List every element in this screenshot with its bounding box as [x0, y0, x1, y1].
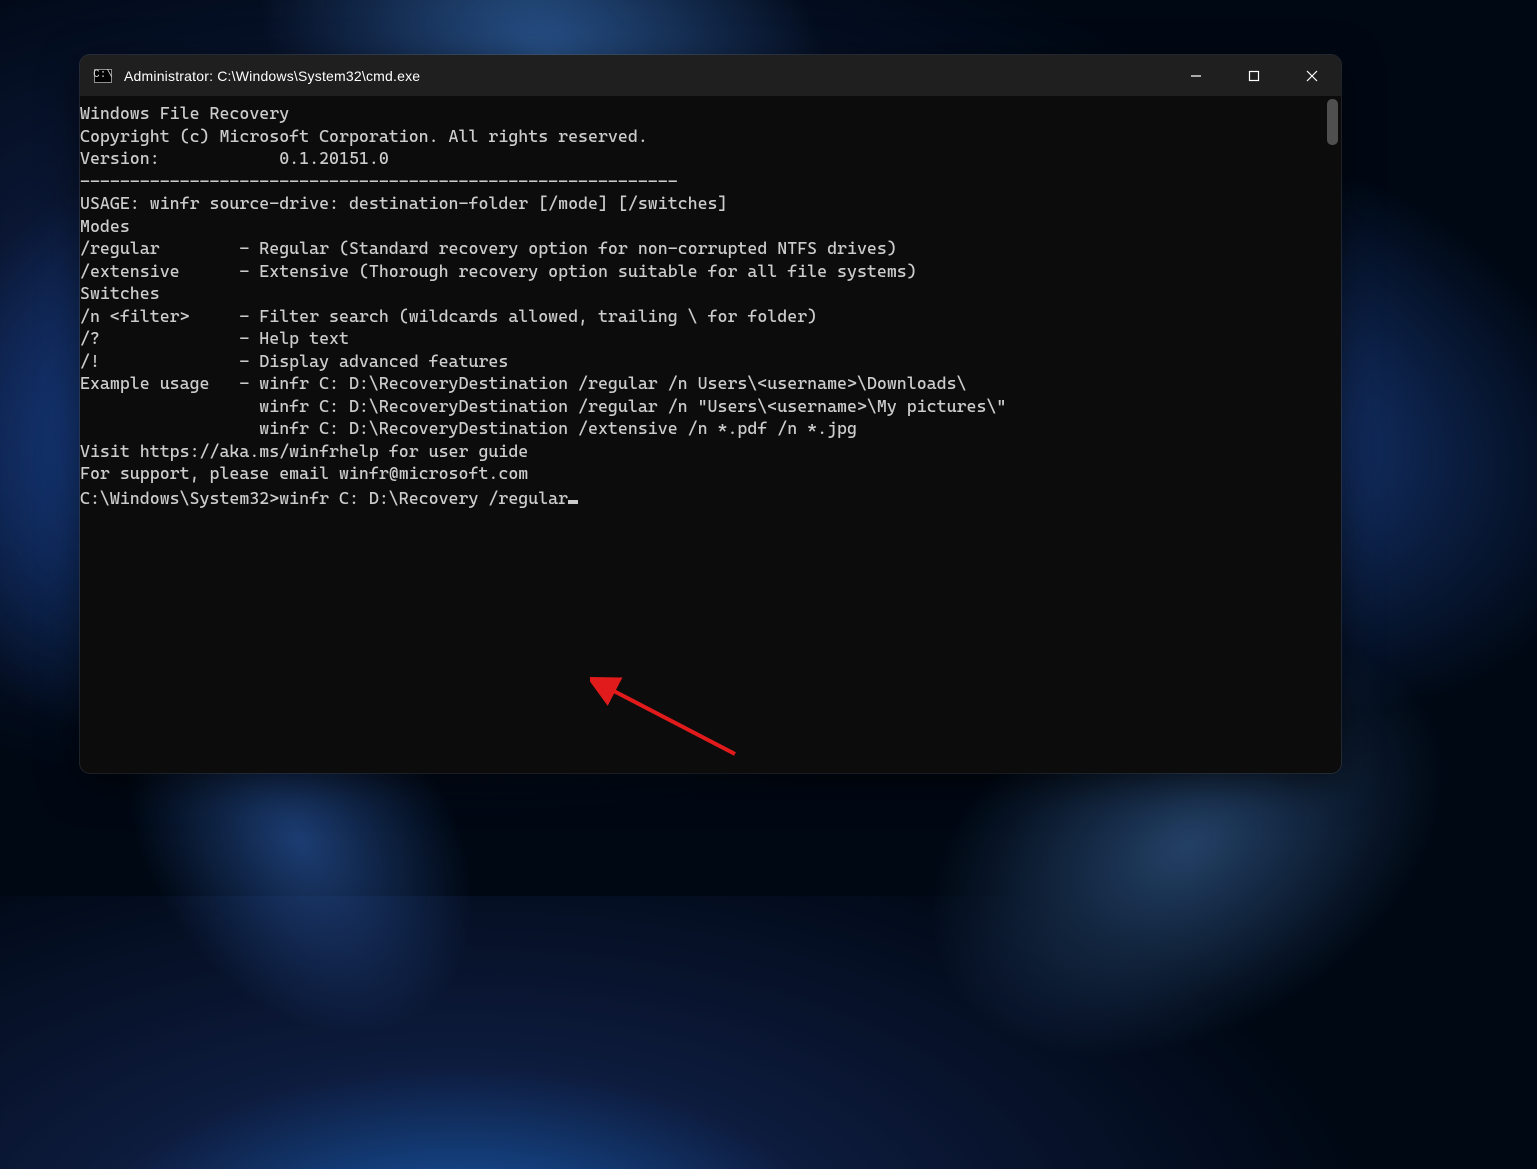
terminal-line: /extensive - Extensive (Thorough recover… — [80, 260, 1324, 283]
prompt-path: C:\Windows\System32> — [80, 488, 279, 508]
terminal-output-area[interactable]: Windows File RecoveryCopyright (c) Micro… — [80, 96, 1324, 773]
cmd-window: C:\ Administrator: C:\Windows\System32\c… — [80, 55, 1341, 773]
terminal-line: Visit https://aka.ms/winfrhelp for user … — [80, 440, 1324, 463]
terminal-line: USAGE: winfr source-drive: destination-f… — [80, 192, 1324, 215]
terminal-line: /regular - Regular (Standard recovery op… — [80, 237, 1324, 260]
minimize-button[interactable] — [1167, 55, 1225, 96]
cmd-icon: C:\ — [94, 69, 112, 83]
terminal-line: winfr C: D:\RecoveryDestination /regular… — [80, 395, 1324, 418]
terminal-line: Modes — [80, 215, 1324, 238]
terminal-line: Copyright (c) Microsoft Corporation. All… — [80, 125, 1324, 148]
terminal-line: /n <filter> - Filter search (wildcards a… — [80, 305, 1324, 328]
scrollbar-track[interactable] — [1324, 96, 1341, 773]
terminal-line: ----------------------------------------… — [80, 170, 1324, 193]
terminal-line: Example usage - winfr C: D:\RecoveryDest… — [80, 372, 1324, 395]
current-command: winfr C: D:\Recovery /regular — [279, 488, 568, 508]
titlebar[interactable]: C:\ Administrator: C:\Windows\System32\c… — [80, 55, 1341, 96]
terminal-line: Windows File Recovery — [80, 102, 1324, 125]
scrollbar-thumb[interactable] — [1327, 99, 1338, 145]
maximize-button[interactable] — [1225, 55, 1283, 96]
window-title: Administrator: C:\Windows\System32\cmd.e… — [124, 68, 420, 84]
terminal-line: Version: 0.1.20151.0 — [80, 147, 1324, 170]
terminal-line: Switches — [80, 282, 1324, 305]
close-button[interactable] — [1283, 55, 1341, 96]
terminal-line: /! - Display advanced features — [80, 350, 1324, 373]
text-cursor — [568, 500, 578, 504]
terminal-line: /? - Help text — [80, 327, 1324, 350]
terminal-line: winfr C: D:\RecoveryDestination /extensi… — [80, 417, 1324, 440]
terminal-prompt-line[interactable]: C:\Windows\System32>winfr C: D:\Recovery… — [80, 485, 1324, 510]
terminal-line: For support, please email winfr@microsof… — [80, 462, 1324, 485]
